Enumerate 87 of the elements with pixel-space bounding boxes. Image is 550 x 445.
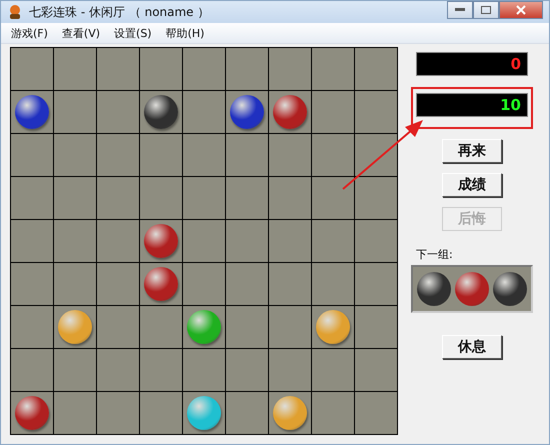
board-cell[interactable] [54, 48, 96, 90]
board-cell[interactable] [312, 91, 354, 133]
board-cell[interactable] [140, 306, 182, 348]
menu-item[interactable]: 设置(S) [114, 26, 152, 40]
board-cell[interactable] [355, 91, 397, 133]
board-cell[interactable] [11, 177, 53, 219]
board-cell[interactable] [312, 220, 354, 262]
board-cell[interactable] [355, 177, 397, 219]
board-cell[interactable] [355, 220, 397, 262]
board-cell[interactable] [97, 134, 139, 176]
menu-item[interactable]: 游戏(F) [11, 26, 48, 40]
board-cell[interactable] [312, 177, 354, 219]
board-cell[interactable] [11, 263, 53, 305]
board-cell[interactable] [183, 134, 225, 176]
board-cell[interactable] [355, 306, 397, 348]
menu-item[interactable]: 帮助(H) [166, 26, 204, 40]
board-cell[interactable] [355, 349, 397, 391]
board-cell[interactable] [54, 91, 96, 133]
board-cell[interactable] [226, 177, 268, 219]
board-cell[interactable] [183, 48, 225, 90]
board-cell[interactable] [97, 306, 139, 348]
minimize-icon [455, 8, 465, 12]
board-cell[interactable] [11, 134, 53, 176]
app-icon [7, 4, 23, 20]
board-cell[interactable] [226, 306, 268, 348]
board-cell[interactable] [11, 220, 53, 262]
board-cell[interactable] [54, 263, 96, 305]
board-cell[interactable] [183, 91, 225, 133]
score-value: 0 [510, 55, 521, 73]
board-cell[interactable] [97, 48, 139, 90]
board-cell[interactable] [140, 48, 182, 90]
close-button[interactable] [499, 1, 543, 19]
board-cell[interactable] [226, 392, 268, 434]
board-cell[interactable] [97, 177, 139, 219]
board-cell[interactable] [355, 263, 397, 305]
board-cell[interactable] [140, 392, 182, 434]
board-cell[interactable] [97, 349, 139, 391]
board-cell[interactable] [97, 263, 139, 305]
board-cell[interactable] [54, 349, 96, 391]
board-cell[interactable] [54, 177, 96, 219]
rest-button[interactable]: 休息 [442, 335, 502, 359]
board-cell[interactable] [183, 349, 225, 391]
window-title: 七彩连珠 - 休闲厅 （ noname ） [29, 4, 210, 20]
maximize-button[interactable] [473, 1, 499, 19]
board-cell[interactable] [54, 220, 96, 262]
maximize-icon [481, 6, 491, 14]
board-cell[interactable] [183, 220, 225, 262]
board-cell[interactable] [11, 48, 53, 90]
board-cell[interactable] [11, 306, 53, 348]
board-cell[interactable] [226, 134, 268, 176]
board-cell[interactable] [312, 392, 354, 434]
board-cell[interactable] [226, 220, 268, 262]
game-button[interactable]: 再来 [442, 139, 502, 163]
board-cell[interactable] [97, 220, 139, 262]
board-cell[interactable] [312, 263, 354, 305]
board-cell[interactable] [269, 220, 311, 262]
game-button[interactable]: 成绩 [442, 173, 502, 197]
board-cell[interactable] [54, 134, 96, 176]
board-cell[interactable] [226, 263, 268, 305]
board-cell[interactable] [269, 177, 311, 219]
board-cell[interactable] [183, 263, 225, 305]
board-cell[interactable] [355, 48, 397, 90]
board-cell[interactable] [97, 392, 139, 434]
board-cell[interactable] [312, 134, 354, 176]
board-cell[interactable] [355, 134, 397, 176]
board-cell[interactable] [226, 48, 268, 90]
board-cell[interactable] [54, 392, 96, 434]
board-cell[interactable] [183, 177, 225, 219]
board-cell[interactable] [269, 134, 311, 176]
board-cell[interactable] [269, 48, 311, 90]
close-icon [516, 5, 526, 15]
board-cell[interactable] [140, 177, 182, 219]
board-cell[interactable] [355, 392, 397, 434]
board-cell[interactable] [269, 263, 311, 305]
board-cell[interactable] [140, 349, 182, 391]
next-group-label: 下一组: [416, 247, 453, 262]
board-cell[interactable] [312, 349, 354, 391]
menu-item[interactable]: 查看(V) [62, 26, 100, 40]
board-cell[interactable] [312, 48, 354, 90]
board-cell[interactable] [269, 306, 311, 348]
board-cell[interactable] [140, 134, 182, 176]
board-cell[interactable] [226, 349, 268, 391]
board-cell[interactable] [97, 91, 139, 133]
board-cell[interactable] [11, 349, 53, 391]
board-cell[interactable] [269, 349, 311, 391]
score-value: 10 [500, 96, 521, 114]
minimize-button[interactable] [447, 1, 473, 19]
